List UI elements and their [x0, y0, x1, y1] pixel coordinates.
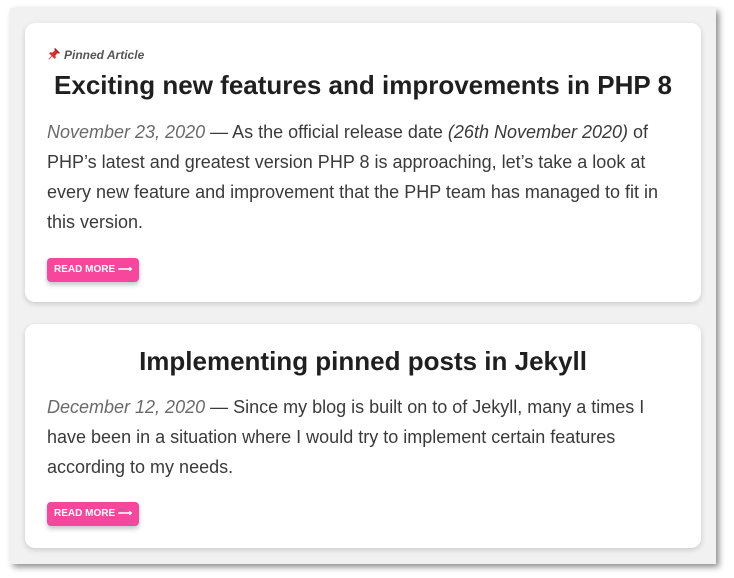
post-date: December 12, 2020	[47, 397, 206, 417]
post-excerpt: December 12, 2020 — Since my blog is bui…	[47, 392, 677, 482]
post-excerpt: November 23, 2020 — As the official rele…	[47, 117, 677, 237]
read-more-button[interactable]: READ MORE ⟶	[47, 502, 140, 526]
post-card: Implementing pinned posts in Jekyll Dece…	[25, 324, 701, 548]
pushpin-icon	[48, 48, 60, 60]
post-card-pinned: Pinned Article Exciting new features and…	[25, 23, 701, 302]
post-title[interactable]: Exciting new features and improvements i…	[25, 69, 701, 101]
pinned-label: Pinned Article	[47, 47, 144, 63]
post-date: November 23, 2020	[47, 122, 206, 142]
page-frame: Pinned Article Exciting new features and…	[10, 8, 716, 564]
excerpt-release-date: (26th November 2020)	[447, 122, 629, 142]
read-more-button[interactable]: READ MORE ⟶	[47, 258, 140, 282]
pinned-label-text: Pinned Article	[64, 48, 145, 62]
excerpt-text-before: — As the official release date	[205, 122, 448, 142]
post-title[interactable]: Implementing pinned posts in Jekyll	[25, 345, 701, 377]
